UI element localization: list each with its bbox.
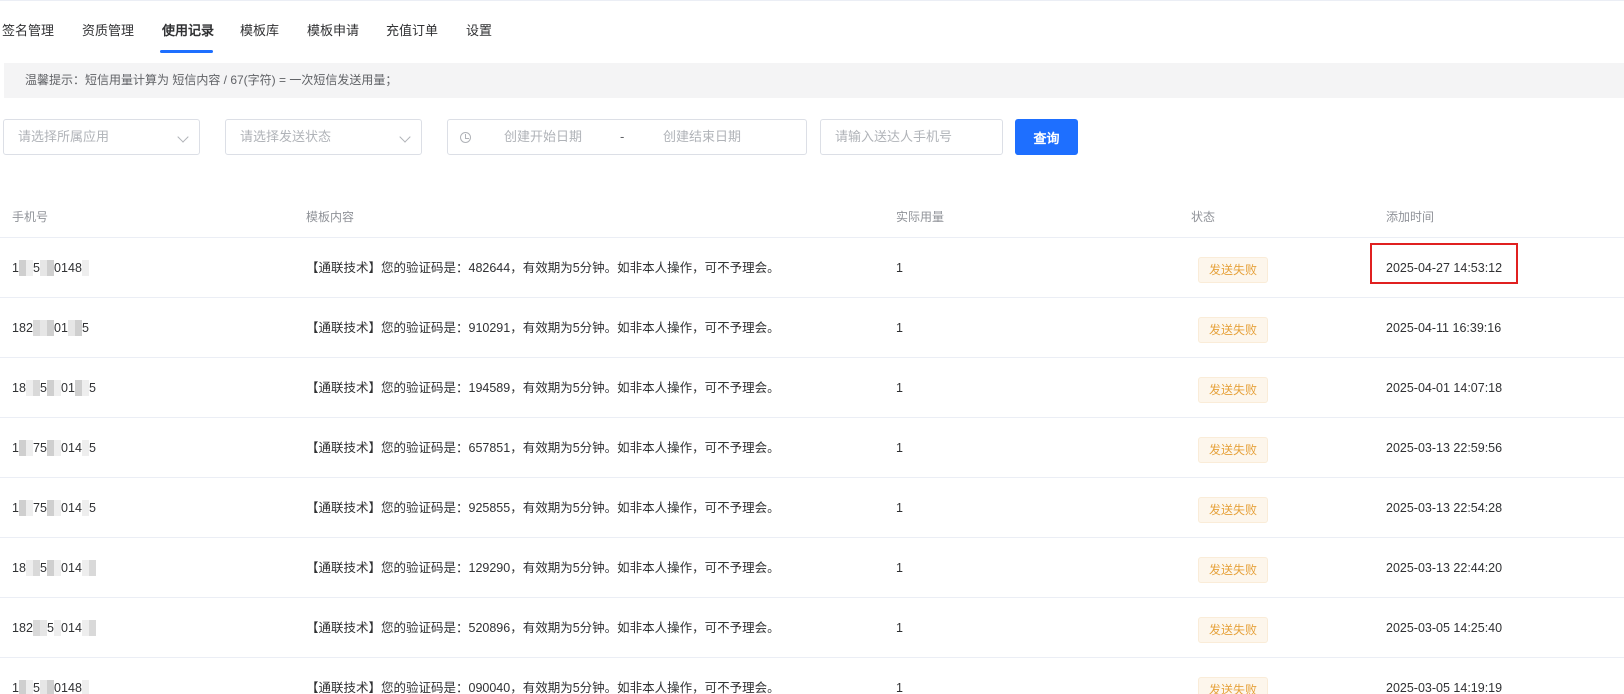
row-usage: 1 <box>896 261 903 275</box>
query-button[interactable]: 查询 <box>1015 119 1078 155</box>
tab-qualification[interactable]: 资质管理 <box>82 20 134 39</box>
row-usage: 1 <box>896 321 903 335</box>
masked-phone: 150148 <box>12 260 92 276</box>
phone-search-input[interactable]: 请输入送达人手机号 <box>820 119 1003 155</box>
table-row: 185014 【通联技术】您的验证码是：129290，有效期为5分钟。如非本人操… <box>0 538 1624 598</box>
status-select-placeholder: 请选择发送状态 <box>240 129 332 144</box>
row-content: 【通联技术】您的验证码是：910291，有效期为5分钟。如非本人操作，可不予理会… <box>306 321 780 335</box>
row-usage: 1 <box>896 501 903 515</box>
chevron-down-icon <box>177 131 189 143</box>
usage-notice: 温馨提示：短信用量计算为 短信内容 / 67(字符) = 一次短信发送用量； <box>4 63 1624 98</box>
row-content: 【通联技术】您的验证码是：090040，有效期为5分钟。如非本人操作，可不予理会… <box>306 681 780 694</box>
row-content: 【通联技术】您的验证码是：129290，有效期为5分钟。如非本人操作，可不予理会… <box>306 561 780 575</box>
row-content: 【通联技术】您的验证码是：520896，有效期为5分钟。如非本人操作，可不予理会… <box>306 621 780 635</box>
header-usage: 实际用量 <box>896 210 945 224</box>
status-badge: 发送失败 <box>1198 257 1268 283</box>
highlight-annotation <box>1370 243 1518 284</box>
phone-search-placeholder: 请输入送达人手机号 <box>835 129 953 144</box>
masked-phone: 1750145 <box>12 500 96 516</box>
active-tab-indicator <box>160 50 213 53</box>
clock-icon <box>460 132 471 143</box>
tab-usage-records[interactable]: 使用记录 <box>162 20 214 39</box>
row-usage: 1 <box>896 441 903 455</box>
header-time: 添加时间 <box>1386 210 1435 224</box>
header-status: 状态 <box>1191 210 1216 224</box>
table-row: 150148 【通联技术】您的验证码是：090040，有效期为5分钟。如非本人操… <box>0 658 1624 694</box>
table-row: 1750145 【通联技术】您的验证码是：657851，有效期为5分钟。如非本人… <box>0 418 1624 478</box>
row-usage: 1 <box>896 381 903 395</box>
app-select[interactable]: 请选择所属应用 <box>3 119 200 155</box>
status-badge: 发送失败 <box>1198 437 1268 463</box>
status-badge: 发送失败 <box>1198 617 1268 643</box>
app-select-placeholder: 请选择所属应用 <box>18 129 110 144</box>
masked-phone: 1825014 <box>12 620 96 636</box>
tab-signature[interactable]: 签名管理 <box>2 20 54 39</box>
row-time: 2025-03-05 14:25:40 <box>1386 621 1503 635</box>
tab-template-apply[interactable]: 模板申请 <box>307 20 359 39</box>
table-row: 1825014 【通联技术】您的验证码是：520896，有效期为5分钟。如非本人… <box>0 598 1624 658</box>
date-separator: - <box>620 129 625 144</box>
row-content: 【通联技术】您的验证码是：657851，有效期为5分钟。如非本人操作，可不予理会… <box>306 441 780 455</box>
row-usage: 1 <box>896 561 903 575</box>
end-date-input[interactable]: 创建结束日期 <box>663 120 741 154</box>
row-usage: 1 <box>896 621 903 635</box>
row-content: 【通联技术】您的验证码是：194589，有效期为5分钟。如非本人操作，可不予理会… <box>306 381 780 395</box>
status-badge: 发送失败 <box>1198 377 1268 403</box>
row-time: 2025-03-13 22:54:28 <box>1386 501 1503 515</box>
tab-recharge-orders[interactable]: 充值订单 <box>386 20 438 39</box>
status-badge: 发送失败 <box>1198 557 1268 583</box>
tab-settings[interactable]: 设置 <box>466 20 492 39</box>
status-select[interactable]: 请选择发送状态 <box>225 119 422 155</box>
masked-phone: 182015 <box>12 320 89 336</box>
masked-phone: 185014 <box>12 560 96 576</box>
tab-template-library[interactable]: 模板库 <box>240 20 279 39</box>
row-time: 2025-03-13 22:44:20 <box>1386 561 1503 575</box>
status-badge: 发送失败 <box>1198 497 1268 523</box>
status-badge: 发送失败 <box>1198 677 1268 694</box>
header-phone: 手机号 <box>12 210 49 224</box>
masked-phone: 1750145 <box>12 440 96 456</box>
row-time: 2025-03-05 14:19:19 <box>1386 681 1503 694</box>
tab-bar: 签名管理 资质管理 使用记录 模板库 模板申请 充值订单 设置 <box>0 0 1624 53</box>
row-time: 2025-04-11 16:39:16 <box>1386 321 1502 335</box>
row-content: 【通联技术】您的验证码是：482644，有效期为5分钟。如非本人操作，可不予理会… <box>306 261 780 275</box>
start-date-input[interactable]: 创建开始日期 <box>504 120 582 154</box>
chevron-down-icon <box>399 131 411 143</box>
row-usage: 1 <box>896 681 903 694</box>
table-row: 185015 【通联技术】您的验证码是：194589，有效期为5分钟。如非本人操… <box>0 358 1624 418</box>
row-time: 2025-03-13 22:59:56 <box>1386 441 1503 455</box>
masked-phone: 185015 <box>12 380 96 396</box>
table-row: 182015 【通联技术】您的验证码是：910291，有效期为5分钟。如非本人操… <box>0 298 1624 358</box>
status-badge: 发送失败 <box>1198 317 1268 343</box>
row-time: 2025-04-01 14:07:18 <box>1386 381 1503 395</box>
date-range-picker[interactable]: 创建开始日期 - 创建结束日期 <box>447 119 807 155</box>
row-content: 【通联技术】您的验证码是：925855，有效期为5分钟。如非本人操作，可不予理会… <box>306 501 780 515</box>
table-row: 1750145 【通联技术】您的验证码是：925855，有效期为5分钟。如非本人… <box>0 478 1624 538</box>
masked-phone: 150148 <box>12 680 92 694</box>
header-content: 模板内容 <box>306 210 355 224</box>
